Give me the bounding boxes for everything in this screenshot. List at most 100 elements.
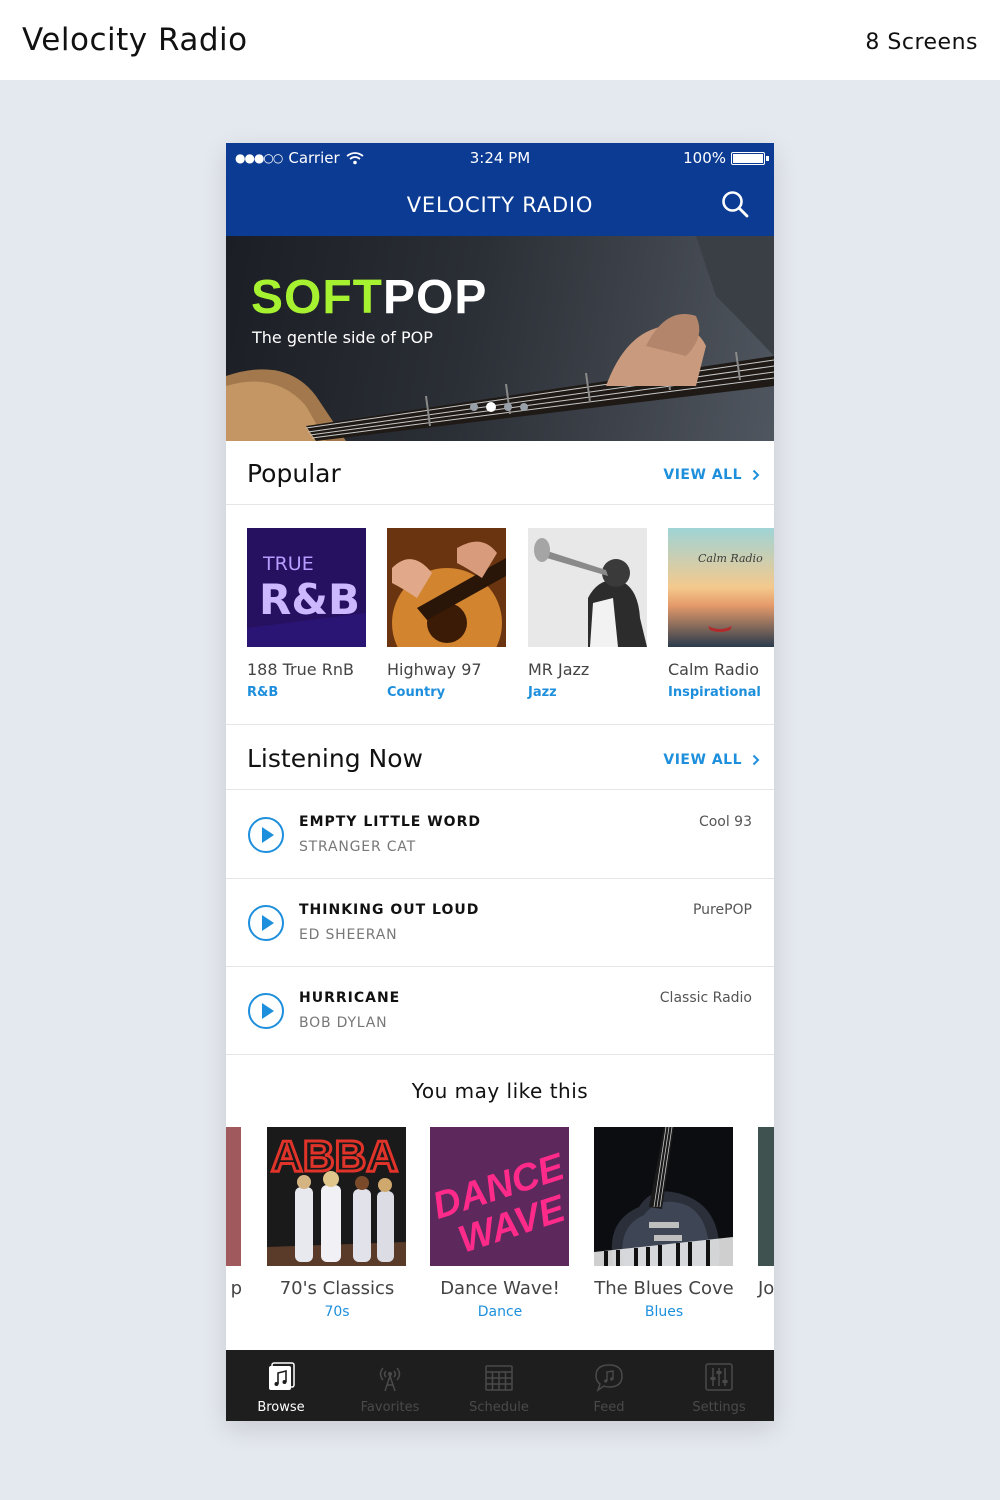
broadcast-icon: [379, 1367, 401, 1392]
popular-view-all-button[interactable]: VIEW ALL: [663, 467, 760, 483]
search-icon[interactable]: [720, 189, 750, 219]
track-row[interactable]: HURRICANE BOB DYLAN Classic Radio: [226, 967, 774, 1055]
hero-title-soft: SOFT: [251, 271, 383, 324]
carousel-dot[interactable]: [470, 403, 478, 411]
track-station: PurePOP: [692, 902, 752, 918]
recommendation-art-dance: DANCE WAVE: [430, 1127, 569, 1266]
recommendations-section: You may like this p ABBA 70's Classics 7…: [226, 1055, 774, 1350]
carousel-dots[interactable]: [470, 402, 528, 412]
listening-title: Listening Now: [247, 744, 423, 773]
popular-header: Popular VIEW ALL: [226, 441, 774, 505]
chevron-right-icon: [752, 754, 760, 766]
station-genre[interactable]: Inspirational: [668, 685, 774, 700]
recommendation-art: [758, 1127, 774, 1266]
tab-label: Favorites: [360, 1400, 420, 1415]
chevron-right-icon: [752, 469, 760, 481]
hero-banner[interactable]: SOFTPOP The gentle side of POP: [226, 236, 774, 441]
track-station: Cool 93: [698, 814, 752, 830]
tab-schedule[interactable]: Schedule: [444, 1350, 554, 1421]
track-row[interactable]: EMPTY LITTLE WORD STRANGER CAT Cool 93: [226, 791, 774, 879]
listening-view-all-button[interactable]: VIEW ALL: [663, 752, 760, 768]
popular-carousel[interactable]: TRUE R&B 188 True RnB R&B Highway 97 Cou…: [247, 528, 774, 718]
station-art-jazz: [528, 528, 647, 647]
status-bar: ●●●○○ Carrier 3:24 PM 100%: [226, 149, 774, 169]
recommendation-art-abba: ABBA: [267, 1127, 406, 1266]
station-name: Highway 97: [387, 660, 482, 679]
play-icon[interactable]: [247, 992, 285, 1030]
music-note-icon: [269, 1362, 295, 1390]
listening-header: Listening Now VIEW ALL: [226, 726, 774, 790]
section-divider: [226, 724, 774, 725]
track-artist: ED SHEERAN: [299, 927, 398, 943]
station-art-true-rnb: TRUE R&B: [247, 528, 366, 647]
track-title: EMPTY LITTLE WORD: [299, 814, 481, 830]
station-name: MR Jazz: [528, 660, 590, 679]
station-genre[interactable]: Jazz: [528, 685, 648, 700]
app-header: ●●●○○ Carrier 3:24 PM 100% VELOCITY RADI…: [226, 143, 774, 236]
tab-favorites[interactable]: Favorites: [335, 1350, 445, 1421]
tab-settings[interactable]: Settings: [664, 1350, 774, 1421]
station-name: 188 True RnB: [247, 660, 354, 679]
play-icon[interactable]: [247, 816, 285, 854]
station-genre[interactable]: R&B: [247, 685, 367, 700]
tab-label: Browse: [257, 1400, 305, 1415]
chat-bubble-icon: [595, 1364, 623, 1392]
station-genre[interactable]: Country: [387, 685, 507, 700]
station-art-highway: [387, 528, 506, 647]
sliders-icon: [705, 1363, 733, 1391]
recommendation-genre[interactable]: Blues: [594, 1304, 734, 1320]
recommendation-card[interactable]: ABBA 70's Classics 70s: [267, 1127, 407, 1320]
art-text-rnb: R&B: [259, 575, 360, 624]
tab-label: Schedule: [469, 1400, 529, 1415]
recommendation-name: Dance Wave!: [440, 1278, 560, 1299]
station-card[interactable]: MR Jazz Jazz: [528, 528, 648, 700]
art-text-calm: Calm Radio: [698, 552, 763, 565]
carousel-dot[interactable]: [520, 403, 528, 411]
track-artist: STRANGER CAT: [299, 839, 416, 855]
track-artist: BOB DYLAN: [299, 1015, 388, 1031]
recommendation-card[interactable]: The Blues Cove Blues: [594, 1127, 734, 1320]
tab-browse[interactable]: Browse: [226, 1350, 336, 1421]
track-title: THINKING OUT LOUD: [299, 902, 480, 918]
tab-feed[interactable]: Feed: [554, 1350, 664, 1421]
recommendation-card-partial[interactable]: p: [226, 1127, 242, 1299]
battery-icon: [731, 151, 769, 165]
phone-screen: ●●●○○ Carrier 3:24 PM 100% VELOCITY RADI…: [226, 143, 774, 1421]
hero-title: SOFTPOP: [251, 270, 487, 325]
station-art-calm: Calm Radio: [668, 528, 774, 647]
view-all-label: VIEW ALL: [663, 467, 742, 483]
view-all-label: VIEW ALL: [663, 752, 742, 768]
hero-subtitle: The gentle side of POP: [252, 328, 433, 347]
bottom-tab-bar: Browse Favorites Schedule Feed Settings: [226, 1350, 774, 1421]
screens-count: 8 Screens: [865, 30, 978, 55]
app-title: VELOCITY RADIO: [406, 193, 594, 217]
recommendation-name: p: [230, 1278, 242, 1299]
hero-title-pop: POP: [383, 271, 488, 324]
recommendation-art-blues: [594, 1127, 733, 1266]
art-text-true: TRUE: [262, 553, 314, 575]
recommendation-genre[interactable]: 70s: [267, 1304, 407, 1320]
tab-label: Settings: [692, 1400, 746, 1415]
carousel-dot-active[interactable]: [486, 402, 496, 412]
station-card[interactable]: TRUE R&B 188 True RnB R&B: [247, 528, 367, 700]
recommendation-card[interactable]: DANCE WAVE Dance Wave! Dance: [430, 1127, 570, 1320]
recommendation-genre[interactable]: Dance: [430, 1304, 570, 1320]
track-title: HURRICANE: [299, 990, 401, 1006]
station-card[interactable]: Calm Radio Calm Radio Inspirational: [668, 528, 774, 700]
station-name: Calm Radio: [668, 660, 760, 679]
recommendation-name: 70's Classics: [279, 1278, 395, 1299]
popular-title: Popular: [247, 459, 341, 488]
track-row[interactable]: THINKING OUT LOUD ED SHEERAN PurePOP: [226, 879, 774, 967]
battery-percent: 100%: [683, 149, 726, 167]
carousel-dot[interactable]: [504, 403, 512, 411]
recommendation-art: [226, 1127, 241, 1266]
recommendations-title: You may like this: [411, 1079, 589, 1103]
tab-label: Feed: [593, 1400, 625, 1415]
track-station: Classic Radio: [659, 990, 752, 1006]
play-icon[interactable]: [247, 904, 285, 942]
document-title: Velocity Radio: [22, 22, 248, 58]
recommendation-card-partial[interactable]: Jo: [758, 1127, 774, 1299]
station-card[interactable]: Highway 97 Country: [387, 528, 507, 700]
calendar-icon: [485, 1365, 513, 1391]
recommendation-name: The Blues Cove: [594, 1278, 734, 1299]
